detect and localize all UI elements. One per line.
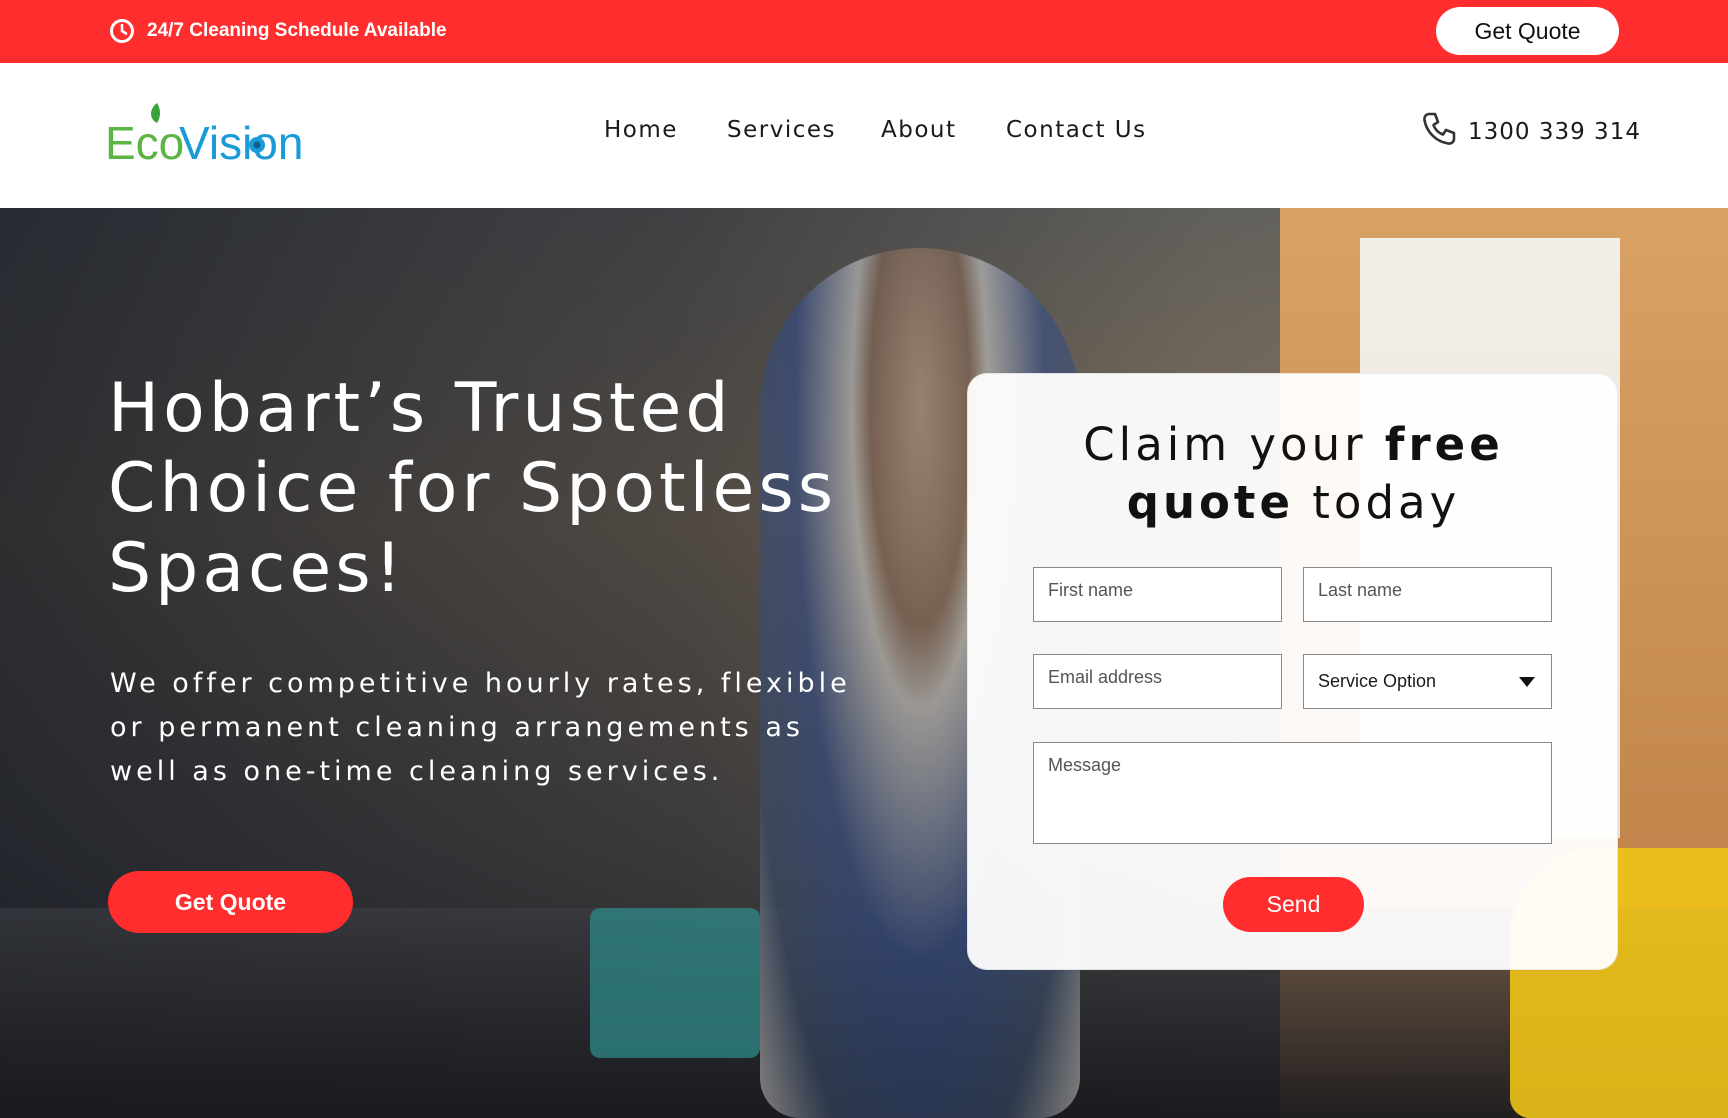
form-title-part2: today bbox=[1293, 476, 1461, 529]
schedule-text: 24/7 Cleaning Schedule Available bbox=[147, 20, 447, 41]
email-field[interactable]: Email address bbox=[1033, 654, 1282, 709]
schedule-notice: 24/7 Cleaning Schedule Available bbox=[109, 17, 447, 45]
hero-subtitle: We offer competitive hourly rates, flexi… bbox=[110, 662, 890, 794]
nav-services[interactable]: Services bbox=[727, 117, 836, 143]
caret-down-icon bbox=[1519, 671, 1535, 692]
hero-title-line: Choice for Spotless bbox=[108, 449, 838, 528]
clock-icon bbox=[109, 18, 135, 44]
site-header: Eco Vision Home Services About Contact U… bbox=[0, 63, 1728, 208]
form-title-free: free bbox=[1384, 418, 1504, 471]
nav-contact-us[interactable]: Contact Us bbox=[1006, 117, 1147, 143]
first-name-placeholder: First name bbox=[1048, 580, 1134, 600]
send-button[interactable]: Send bbox=[1223, 877, 1364, 932]
phone-icon bbox=[1420, 110, 1458, 154]
service-option-value: Service Option bbox=[1318, 671, 1437, 691]
hero-title-line: Hobart’s Trusted bbox=[108, 369, 733, 448]
nav-about[interactable]: About bbox=[881, 117, 957, 143]
last-name-field[interactable]: Last name bbox=[1303, 567, 1552, 622]
form-title: Claim your free quote today bbox=[968, 416, 1619, 532]
top-bar: 24/7 Cleaning Schedule Available Get Quo… bbox=[0, 0, 1728, 63]
form-title-part1: Claim your bbox=[1083, 418, 1385, 471]
first-name-field[interactable]: First name bbox=[1033, 567, 1282, 622]
hero-subtitle-line: or permanent cleaning arrangements as bbox=[110, 712, 804, 743]
email-placeholder: Email address bbox=[1048, 667, 1163, 687]
message-field[interactable]: Message bbox=[1033, 742, 1552, 844]
top-get-quote-button[interactable]: Get Quote bbox=[1436, 7, 1619, 55]
form-title-quote: quote bbox=[1126, 476, 1294, 529]
hero-title: Hobart’s Trusted Choice for Spotless Spa… bbox=[108, 369, 928, 609]
hero-title-line: Spaces! bbox=[108, 529, 406, 608]
hero-subtitle-line: well as one-time cleaning services. bbox=[110, 756, 724, 787]
hero-subtitle-line: We offer competitive hourly rates, flexi… bbox=[110, 668, 851, 699]
message-placeholder: Message bbox=[1048, 755, 1122, 775]
last-name-placeholder: Last name bbox=[1318, 580, 1403, 600]
phone-number: 1300 339 314 bbox=[1468, 119, 1641, 145]
hero-bg-bucket bbox=[590, 908, 760, 1058]
quote-form-card: Claim your free quote today First name L… bbox=[967, 373, 1618, 970]
phone-contact[interactable]: 1300 339 314 bbox=[1420, 110, 1641, 154]
hero-get-quote-button[interactable]: Get Quote bbox=[108, 871, 353, 933]
service-option-select[interactable]: Service Option bbox=[1303, 654, 1552, 709]
nav-home[interactable]: Home bbox=[604, 117, 678, 143]
